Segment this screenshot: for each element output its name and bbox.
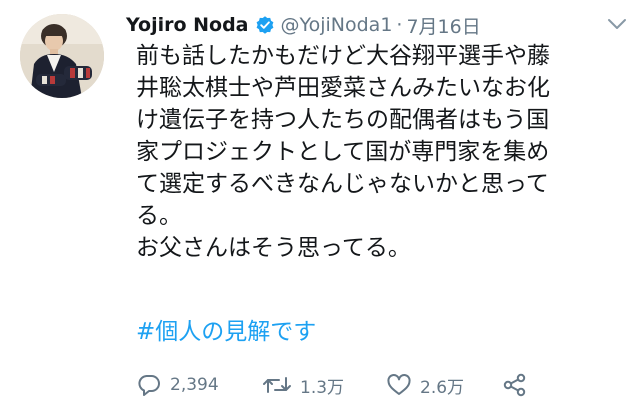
verified-badge-icon (255, 15, 275, 35)
retweet-count: 1.3万 (300, 377, 345, 398)
author-handle[interactable]: @YojiNoda1 (281, 14, 393, 36)
author-name[interactable]: Yojiro Noda (126, 14, 249, 36)
tweet-actions: 2,394 1.3万 2.6万 (136, 370, 528, 400)
heart-icon (386, 373, 412, 397)
tweet-text: 前も話したかもだけど大谷翔平選手や藤 井聡太棋士や芦田愛菜さんみたいなお化 け遺… (136, 43, 550, 261)
header-separator: · (396, 14, 403, 36)
tweet-header: Yojiro Noda @YojiNoda1 · 7月16日 (126, 10, 626, 40)
retweet-icon (262, 373, 292, 397)
like-button[interactable]: 2.6万 (386, 373, 502, 398)
retweet-button[interactable]: 1.3万 (262, 373, 386, 398)
avatar-photo (20, 14, 104, 98)
share-button[interactable] (502, 373, 528, 397)
avatar[interactable] (20, 14, 104, 98)
chevron-down-icon[interactable] (606, 16, 628, 32)
like-count: 2.6万 (420, 377, 465, 398)
reply-bubble-icon (136, 373, 162, 397)
tweet-date[interactable]: 7月16日 (406, 12, 480, 39)
reply-count: 2,394 (170, 375, 219, 395)
hashtag-link[interactable]: #個人の見解です (136, 316, 316, 348)
tweet-card[interactable]: Yojiro Noda @YojiNoda1 · 7月16日 前も話したかもだけ… (0, 0, 640, 414)
share-icon (502, 373, 528, 397)
reply-button[interactable]: 2,394 (136, 373, 262, 397)
